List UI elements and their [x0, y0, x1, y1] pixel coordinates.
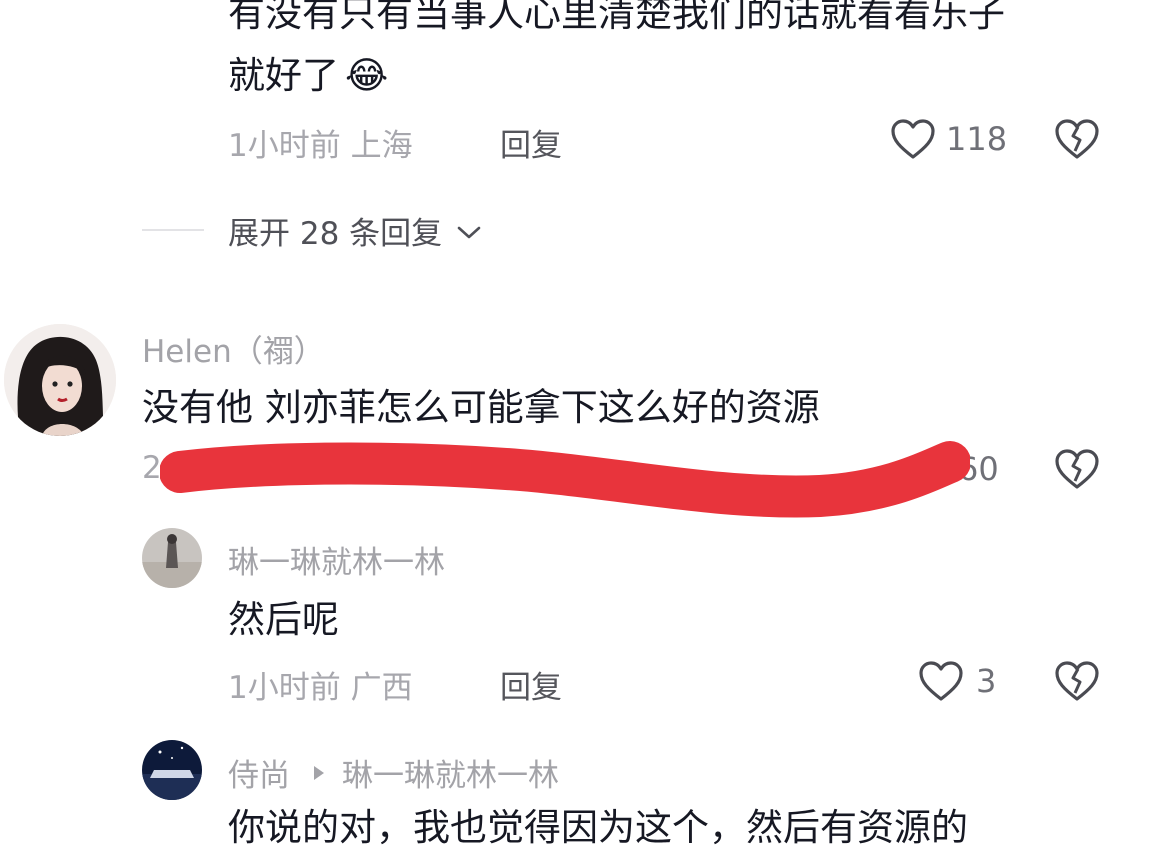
avatar[interactable]: [142, 740, 202, 800]
like-count: 118: [946, 120, 1008, 158]
comment-text: 没有他 刘亦菲怎么可能拿下这么好的资源: [142, 386, 820, 429]
laughing-crying-emoji-icon: 😂: [345, 54, 389, 97]
chevron-down-icon: [456, 225, 482, 241]
comment-text-line2: 就好了 😂: [228, 54, 389, 97]
comment-time-location: 1小时前 上海: [228, 128, 413, 164]
comment-text-line1: 有没有只有当事人心里清楚我们的话就看看乐子: [228, 0, 1005, 35]
avatar[interactable]: [142, 528, 202, 588]
reply-text: 你说的对，我也觉得因为这个，然后有资源的: [228, 806, 968, 849]
expand-replies-label: 展开 28 条回复: [228, 216, 443, 252]
reply-to-username[interactable]: 琳一琳就林一林: [342, 750, 559, 795]
comment-time-location: 2: [142, 450, 162, 486]
like-heart-icon[interactable]: [890, 118, 936, 160]
avatar[interactable]: [4, 324, 116, 436]
reply-time-location: 1小时前 广西: [228, 670, 413, 706]
username[interactable]: Helen（禤）: [142, 326, 325, 371]
reply-button[interactable]: 回复: [500, 120, 562, 165]
username[interactable]: 琳一琳就林一林: [228, 537, 445, 582]
divider-line: [142, 229, 204, 231]
like-heart-icon[interactable]: [918, 660, 964, 702]
reply-text: 然后呢: [228, 598, 339, 641]
redaction-scribble: [159, 440, 971, 534]
dislike-broken-heart-icon[interactable]: [1054, 660, 1100, 702]
expand-replies-button[interactable]: 展开 28 条回复: [228, 208, 482, 253]
reply-arrow-icon: [312, 764, 326, 782]
like-count: 3: [976, 662, 997, 700]
dislike-broken-heart-icon[interactable]: [1054, 118, 1100, 160]
reply-header: 侍尚 琳一琳就林一林: [228, 750, 559, 795]
username[interactable]: 侍尚: [228, 750, 290, 795]
reply-button[interactable]: 回复: [500, 662, 562, 707]
dislike-broken-heart-icon[interactable]: [1054, 448, 1100, 490]
